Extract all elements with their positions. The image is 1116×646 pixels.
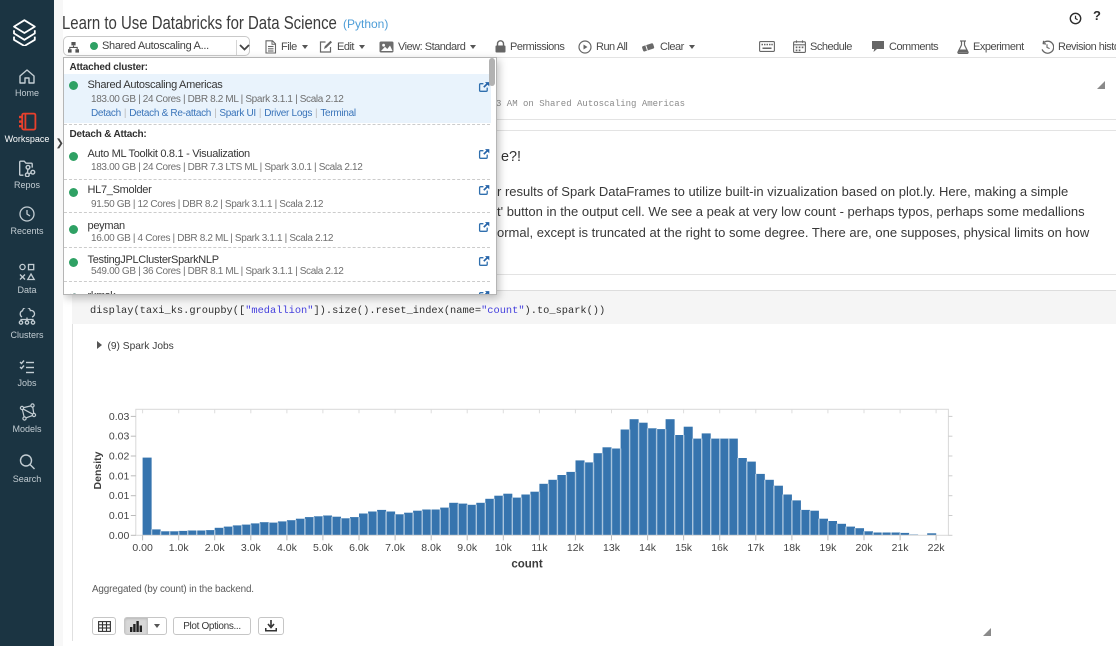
svg-text:2.0k: 2.0k bbox=[205, 542, 226, 554]
svg-text:0.01: 0.01 bbox=[109, 490, 130, 502]
svg-text:7.0k: 7.0k bbox=[385, 542, 406, 554]
svg-text:13k: 13k bbox=[603, 542, 621, 554]
svg-text:15k: 15k bbox=[675, 542, 693, 554]
svg-text:20k: 20k bbox=[856, 542, 874, 554]
svg-text:4.0k: 4.0k bbox=[277, 542, 298, 554]
svg-text:11k: 11k bbox=[531, 542, 548, 554]
svg-text:Density: Density bbox=[92, 451, 104, 489]
svg-text:9.0k: 9.0k bbox=[457, 542, 478, 554]
svg-text:16k: 16k bbox=[711, 542, 729, 554]
svg-text:12k: 12k bbox=[567, 542, 585, 554]
svg-text:0.01: 0.01 bbox=[109, 470, 130, 482]
svg-text:14k: 14k bbox=[639, 542, 657, 554]
svg-text:10k: 10k bbox=[495, 542, 513, 554]
svg-text:17k: 17k bbox=[747, 542, 765, 554]
svg-text:19k: 19k bbox=[819, 542, 837, 554]
svg-text:3.0k: 3.0k bbox=[241, 542, 262, 554]
svg-text:0.00: 0.00 bbox=[132, 542, 153, 554]
svg-text:0.01: 0.01 bbox=[109, 510, 130, 522]
svg-text:1.0k: 1.0k bbox=[169, 542, 190, 554]
svg-text:0.02: 0.02 bbox=[109, 451, 130, 463]
svg-text:22k: 22k bbox=[928, 542, 946, 554]
svg-text:8.0k: 8.0k bbox=[421, 542, 442, 554]
svg-text:5.0k: 5.0k bbox=[313, 542, 334, 554]
svg-text:6.0k: 6.0k bbox=[349, 542, 370, 554]
svg-text:0.00: 0.00 bbox=[109, 530, 130, 542]
svg-text:0.03: 0.03 bbox=[109, 411, 130, 423]
svg-text:21k: 21k bbox=[892, 542, 910, 554]
svg-text:count: count bbox=[511, 559, 542, 571]
svg-text:18k: 18k bbox=[783, 542, 801, 554]
svg-text:0.03: 0.03 bbox=[109, 431, 130, 443]
